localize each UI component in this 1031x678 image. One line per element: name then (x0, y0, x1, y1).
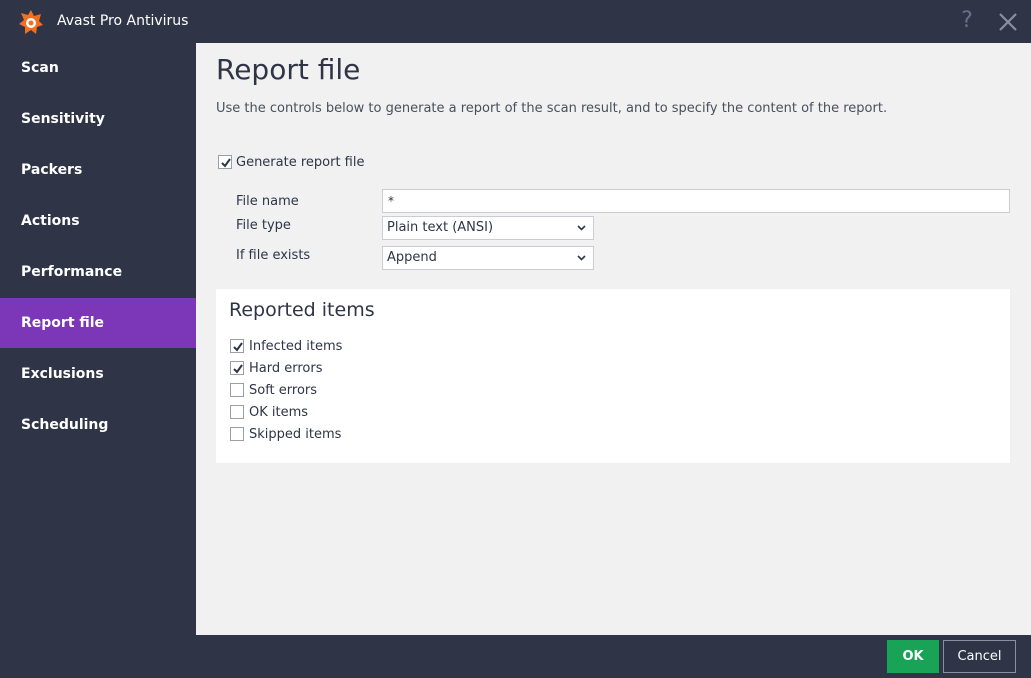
title-bar: Avast Pro Antivirus ? (0, 0, 1031, 43)
main-panel: Report file Use the controls below to ge… (196, 43, 1031, 635)
file-name-label: File name (236, 194, 299, 209)
if-exists-select[interactable]: Append (382, 246, 594, 270)
avast-logo-icon (19, 10, 43, 34)
file-name-input[interactable] (382, 189, 1010, 213)
if-exists-label: If file exists (236, 248, 311, 263)
footer-bar: OK Cancel (0, 635, 1031, 678)
chevron-down-icon (577, 255, 586, 261)
checkmark-icon (233, 364, 243, 374)
chevron-down-icon (577, 225, 586, 231)
generate-report-label: Generate report file (236, 155, 365, 170)
checkmark-icon (221, 158, 231, 168)
page-description: Use the controls below to generate a rep… (216, 101, 888, 116)
generate-report-checkbox[interactable] (218, 155, 232, 169)
soft-errors-checkbox[interactable] (230, 383, 244, 397)
sidebar-item-actions[interactable]: Actions (0, 196, 196, 246)
sidebar-item-scheduling[interactable]: Scheduling (0, 400, 196, 450)
if-exists-value: Append (387, 250, 437, 265)
soft-errors-label: Soft errors (249, 383, 318, 398)
file-type-value: Plain text (ANSI) (387, 220, 494, 235)
ok-items-label: OK items (249, 405, 309, 420)
infected-items-checkbox[interactable] (230, 339, 244, 353)
close-icon[interactable] (998, 12, 1018, 32)
sidebar-item-report-file[interactable]: Report file (0, 298, 196, 348)
sidebar-item-sensitivity[interactable]: Sensitivity (0, 94, 196, 144)
skipped-items-label: Skipped items (249, 427, 342, 442)
sidebar-item-scan[interactable]: Scan (0, 43, 196, 93)
sidebar-item-performance[interactable]: Performance (0, 247, 196, 297)
sidebar-item-exclusions[interactable]: Exclusions (0, 349, 196, 399)
file-type-select[interactable]: Plain text (ANSI) (382, 216, 594, 240)
reported-items-title: Reported items (229, 299, 375, 321)
app-title: Avast Pro Antivirus (57, 13, 189, 29)
help-icon[interactable]: ? (958, 9, 976, 33)
infected-items-label: Infected items (249, 339, 343, 354)
reported-items-card: Reported items Infected items Hard error… (216, 289, 1010, 463)
page-title: Report file (216, 53, 361, 86)
hard-errors-checkbox[interactable] (230, 361, 244, 375)
checkmark-icon (233, 342, 243, 352)
skipped-items-checkbox[interactable] (230, 427, 244, 441)
ok-items-checkbox[interactable] (230, 405, 244, 419)
hard-errors-label: Hard errors (249, 361, 323, 376)
ok-button[interactable]: OK (887, 640, 939, 673)
file-type-label: File type (236, 218, 291, 233)
cancel-button[interactable]: Cancel (943, 640, 1016, 673)
sidebar: Scan Sensitivity Packers Actions Perform… (0, 43, 196, 635)
sidebar-item-packers[interactable]: Packers (0, 145, 196, 195)
